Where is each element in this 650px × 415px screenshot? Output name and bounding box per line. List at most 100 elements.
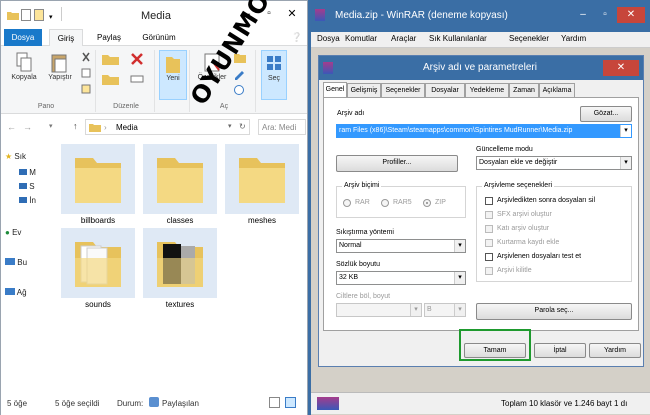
compression-label: Sıkıştırma yöntemi <box>336 229 394 236</box>
winrar-status-bar: Toplam 10 klasör ve 1.246 bayt 1 dı <box>311 392 650 414</box>
lock-archive-checkbox[interactable] <box>485 267 493 275</box>
archive-dialog: Arşiv adı ve parametreleri ✕ Genel Geliş… <box>318 55 644 367</box>
nav-item-homegroup[interactable]: ● Ev <box>5 228 21 237</box>
split-unit-select[interactable]: B ▾ <box>424 303 466 317</box>
nav-item-label: Ev <box>12 228 22 237</box>
format-zip-radio[interactable] <box>423 199 431 207</box>
chevron-down-icon[interactable]: ▾ <box>454 272 465 284</box>
update-mode-select[interactable]: Dosyaları ekle ve değiştir ▾ <box>476 156 632 170</box>
folder-item-meshes[interactable]: meshes <box>225 144 299 228</box>
format-rar5-radio[interactable] <box>381 199 389 207</box>
tab-dosyalar[interactable]: Dosyalar <box>425 83 465 97</box>
split-size-input[interactable]: ▾ <box>336 303 422 317</box>
chevron-down-icon[interactable]: ▾ <box>454 304 465 316</box>
menu-favorites[interactable]: Sık Kullanılanlar <box>429 34 487 43</box>
set-password-button[interactable]: Parola seç... <box>476 303 632 320</box>
nav-item-network[interactable]: Ağ <box>5 288 27 297</box>
chevron-down-icon[interactable]: ▾ <box>49 13 53 21</box>
copy-to-icon[interactable] <box>101 72 121 86</box>
menu-araclar[interactable]: Araçlar <box>391 34 416 43</box>
archive-format-label: Arşiv biçimi <box>342 182 382 189</box>
tab-yedekleme[interactable]: Yedekleme <box>465 83 509 97</box>
select-button[interactable]: Seç <box>261 50 287 100</box>
folder-item-textures[interactable]: textures <box>143 228 217 312</box>
chevron-down-icon[interactable]: ▾ <box>620 157 631 169</box>
new-button[interactable]: Yeni <box>159 50 187 100</box>
nav-item-recent[interactable]: S <box>19 182 35 191</box>
archiving-options-group: Arşivleme seçenekleri Arşivledikten sonr… <box>476 182 632 282</box>
desktop-icon <box>19 169 27 175</box>
archive-name-label: Arşiv adı <box>337 110 365 117</box>
search-input[interactable]: Ara: Medi <box>258 119 306 135</box>
tab-paylas[interactable]: Paylaş <box>91 29 127 46</box>
maximize-button[interactable]: ▫ <box>595 7 615 23</box>
chevron-down-icon[interactable]: ▾ <box>454 240 465 252</box>
folder-icon <box>89 124 101 132</box>
forward-icon[interactable]: → <box>23 122 32 132</box>
new-folder-icon[interactable] <box>34 9 44 21</box>
paste-button[interactable]: Yapıştır <box>43 52 77 81</box>
tab-genel[interactable]: Genel <box>323 82 347 98</box>
cut-icon[interactable] <box>81 52 91 62</box>
archive-name-input[interactable]: ram Files (x86)\Steam\steamapps\common\S… <box>336 124 632 138</box>
profiles-button[interactable]: Profiller... <box>336 155 458 172</box>
ok-button[interactable]: Tamam <box>464 343 526 358</box>
address-field[interactable]: › Media ▾ ↻ <box>85 119 250 135</box>
copy-button[interactable]: Kopyala <box>7 52 41 81</box>
nav-item-this-pc[interactable]: Bu <box>5 258 27 267</box>
tab-gorunum[interactable]: Görünüm <box>136 29 182 46</box>
folder-item-billboards[interactable]: billboards <box>61 144 135 228</box>
chevron-down-icon[interactable]: ▾ <box>410 304 421 316</box>
menu-komutlar[interactable]: Komutlar <box>345 34 377 43</box>
downloads-icon <box>19 197 27 203</box>
test-files-checkbox[interactable] <box>485 253 493 261</box>
folder-label: meshes <box>247 216 276 225</box>
cancel-button[interactable]: İptal <box>534 343 586 358</box>
menu-yardim[interactable]: Yardım <box>561 34 586 43</box>
menu-dosya[interactable]: Dosya <box>317 34 340 43</box>
menu-secenekler[interactable]: Seçenekler <box>509 34 549 43</box>
nav-item-downloads[interactable]: İn <box>19 196 36 205</box>
tab-secenekler[interactable]: Seçenekler <box>381 83 425 97</box>
large-icons-view-icon[interactable] <box>285 397 296 408</box>
dict-size-select[interactable]: 32 KB ▾ <box>336 271 466 285</box>
details-view-icon[interactable] <box>269 397 280 408</box>
folder-item-classes[interactable]: classes <box>143 144 217 228</box>
sfx-checkbox[interactable] <box>485 211 493 219</box>
copy-path-icon[interactable] <box>81 68 91 78</box>
refresh-icon[interactable]: ↻ <box>239 122 246 131</box>
nav-item-desktop[interactable]: M <box>19 168 36 177</box>
move-to-icon[interactable] <box>101 52 121 66</box>
tab-dosya[interactable]: Dosya <box>4 29 42 46</box>
solid-archive-checkbox[interactable] <box>485 225 493 233</box>
recovery-record-checkbox[interactable] <box>485 239 493 247</box>
close-button[interactable]: ✕ <box>603 60 639 76</box>
tab-gelismis[interactable]: Gelişmiş <box>347 83 381 97</box>
recent-dropdown-icon[interactable]: ▾ <box>49 122 53 130</box>
help-icon[interactable]: ❔ <box>291 32 302 43</box>
chevron-down-icon[interactable]: ▾ <box>620 125 631 137</box>
delete-after-checkbox[interactable] <box>485 197 493 205</box>
paste-shortcut-icon[interactable] <box>81 84 91 94</box>
rename-icon[interactable] <box>130 72 144 86</box>
window-title: Media <box>141 10 171 22</box>
folder-item-sounds[interactable]: sounds <box>61 228 135 312</box>
format-rar-radio[interactable] <box>343 199 351 207</box>
back-icon[interactable]: ← <box>7 122 16 132</box>
help-button[interactable]: Yardım <box>589 343 641 358</box>
properties-icon[interactable] <box>21 9 31 21</box>
recent-icon <box>19 183 27 189</box>
tab-aciklama[interactable]: Açıklama <box>539 83 575 97</box>
tab-giris[interactable]: Giriş <box>49 29 83 46</box>
up-icon[interactable]: ↑ <box>73 121 78 131</box>
close-button[interactable]: ✕ <box>617 7 645 23</box>
address-dropdown-icon[interactable]: ▾ <box>228 122 232 130</box>
breadcrumb-chevron: › <box>104 123 107 132</box>
browse-button[interactable]: Gözat... <box>580 106 632 122</box>
nav-item-favorites[interactable]: ★ Sık <box>5 152 26 161</box>
delete-icon[interactable] <box>130 52 144 66</box>
dialog-title: Arşiv adı ve parametreleri <box>423 62 537 73</box>
tab-zaman[interactable]: Zaman <box>509 83 539 97</box>
compression-select[interactable]: Normal ▾ <box>336 239 466 253</box>
minimize-button[interactable]: – <box>573 7 593 23</box>
